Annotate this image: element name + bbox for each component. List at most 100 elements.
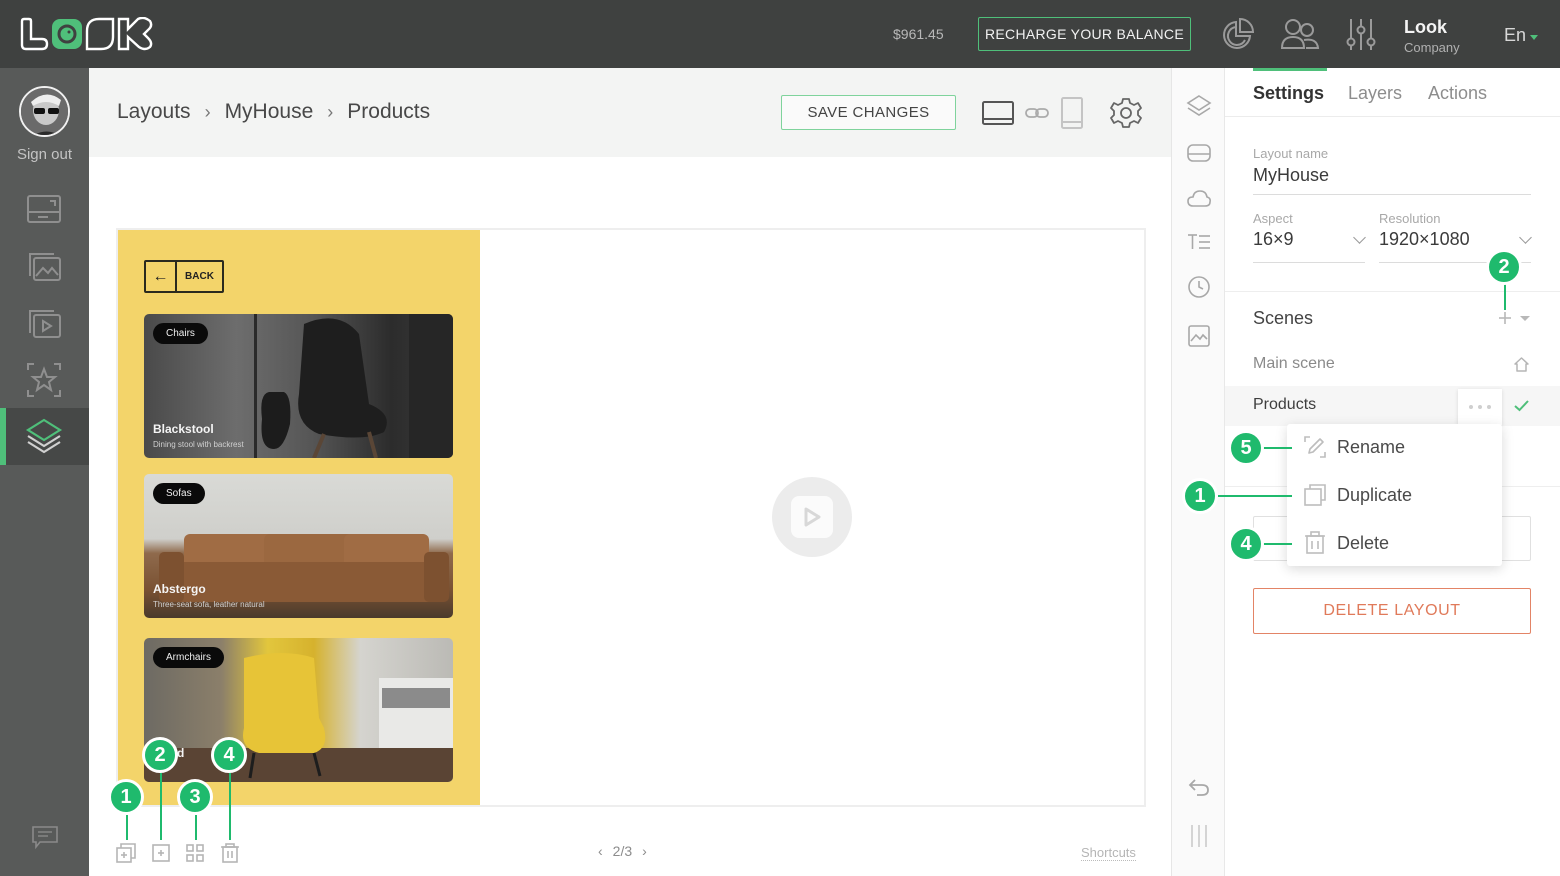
shortcuts-link[interactable]: Shortcuts (1081, 845, 1136, 861)
active-tab-indicator (1253, 68, 1327, 71)
chevron-down-icon[interactable] (1353, 231, 1366, 244)
more-options-button[interactable] (1458, 389, 1502, 425)
layout-screen-icon[interactable] (24, 190, 64, 230)
annotation-badge: 5 (1228, 430, 1264, 466)
prev-page-button[interactable]: ‹ (598, 843, 603, 859)
annotation-badge: 1 (108, 779, 144, 815)
duplicate-icon[interactable] (115, 842, 137, 864)
grid-icon[interactable] (184, 842, 206, 864)
language-label: En (1504, 25, 1527, 45)
annotation-badge: 2 (142, 737, 178, 773)
aspect-select[interactable]: 16×9 (1253, 229, 1294, 250)
save-changes-button[interactable]: SAVE CHANGES (781, 95, 956, 130)
add-icon[interactable] (150, 842, 172, 864)
scene-label: Main scene (1253, 355, 1335, 372)
layout-name-input[interactable]: MyHouse (1253, 165, 1329, 186)
layout-name-label: Layout name (1253, 146, 1329, 161)
home-icon[interactable] (1513, 356, 1530, 373)
product-description: Dining stool with backrest (153, 440, 244, 449)
tab-settings[interactable]: Settings (1253, 83, 1324, 104)
annotation-badge: 3 (177, 779, 213, 815)
avatar[interactable] (19, 86, 70, 137)
play-icon (804, 507, 821, 527)
product-card[interactable]: Sofas Abstergo Three-seat sofa, leather … (144, 474, 453, 618)
clock-icon[interactable] (1186, 274, 1212, 300)
left-sidebar: Sign out (0, 68, 89, 876)
menu-item-delete[interactable]: Delete (1302, 528, 1389, 558)
product-title: Blackstool (153, 422, 214, 436)
link-icon[interactable] (1024, 96, 1050, 130)
pie-chart-icon[interactable] (1220, 16, 1256, 52)
chat-icon[interactable] (30, 824, 60, 850)
tab-layers[interactable]: Layers (1348, 83, 1402, 104)
trash-icon (1305, 531, 1325, 554)
gear-icon[interactable] (1109, 96, 1143, 130)
text-icon[interactable] (1186, 229, 1212, 255)
right-tool-rail (1171, 68, 1225, 876)
company-subtitle: Company (1404, 40, 1460, 55)
annotation-badge: 4 (211, 737, 247, 773)
resolution-select[interactable]: 1920×1080 (1379, 229, 1470, 250)
landscape-screen-icon[interactable] (981, 96, 1015, 130)
tab-actions[interactable]: Actions (1428, 83, 1487, 104)
breadcrumb-myhouse[interactable]: MyHouse (225, 100, 314, 124)
input-underline (1253, 262, 1365, 263)
breadcrumb-separator: › (327, 101, 334, 122)
top-bar: $961.45 RECHARGE YOUR BALANCE Look Compa… (0, 0, 1560, 68)
breadcrumb-layouts[interactable]: Layouts (117, 100, 191, 124)
image-gallery-icon[interactable] (24, 246, 64, 286)
back-button[interactable]: ← BACK (144, 260, 224, 293)
menu-item-duplicate[interactable]: Duplicate (1302, 480, 1412, 510)
annotation-badge: 4 (1228, 526, 1264, 562)
duplicate-icon (1304, 484, 1326, 506)
users-icon[interactable] (1280, 16, 1320, 52)
back-label: BACK (185, 271, 214, 282)
scene-item-products[interactable]: Products (1225, 386, 1560, 426)
storage-icon[interactable] (1186, 140, 1212, 166)
chevron-down-icon[interactable] (1519, 231, 1532, 244)
check-icon (1514, 400, 1529, 412)
company-switcher[interactable]: Look Company (1404, 17, 1460, 55)
settings-panel: Settings Layers Actions Layout name MyHo… (1225, 68, 1560, 876)
scene-pager: ‹ 2/3 › (598, 843, 647, 859)
annotation-connector (1218, 495, 1292, 497)
annotation-connector (229, 773, 231, 840)
portrait-screen-icon[interactable] (1058, 96, 1086, 130)
breadcrumb: Layouts › MyHouse › Products (117, 100, 430, 124)
arrow-left-icon: ← (146, 262, 177, 291)
video-placeholder[interactable] (772, 477, 852, 557)
next-page-button[interactable]: › (642, 843, 647, 859)
balance-amount: $961.45 (893, 26, 944, 42)
menu-item-rename[interactable]: Rename (1302, 432, 1405, 462)
sign-out-link[interactable]: Sign out (0, 146, 89, 163)
breadcrumb-products: Products (347, 100, 431, 123)
video-gallery-icon[interactable] (24, 303, 64, 343)
undo-icon[interactable] (1186, 775, 1212, 801)
star-focus-icon[interactable] (24, 360, 64, 400)
scenes-heading: Scenes (1253, 308, 1314, 328)
product-card[interactable]: Chairs Blackstool Dining stool with back… (144, 314, 453, 458)
look-logo[interactable] (20, 17, 156, 51)
delete-layout-button[interactable]: DELETE LAYOUT (1253, 588, 1531, 634)
caret-down-icon[interactable] (1520, 316, 1530, 321)
layout-canvas[interactable]: ← BACK Chairs Blackstool Dining stool wi… (116, 228, 1146, 807)
scene-item-main[interactable]: Main scene (1225, 345, 1560, 385)
resize-handle-icon[interactable] (1186, 823, 1212, 849)
sliders-icon[interactable] (1343, 16, 1379, 52)
annotation-connector (195, 815, 197, 840)
cloud-icon[interactable] (1186, 186, 1212, 212)
add-scene-icon[interactable] (1498, 311, 1512, 325)
scene-preview[interactable]: ← BACK Chairs Blackstool Dining stool wi… (118, 230, 480, 805)
annotation-connector (160, 773, 162, 840)
recharge-balance-button[interactable]: RECHARGE YOUR BALANCE (978, 17, 1191, 51)
active-indicator (0, 408, 6, 465)
page-header: Layouts › MyHouse › Products SAVE CHANGE… (89, 68, 1171, 157)
language-selector[interactable]: En (1504, 25, 1539, 46)
layers-icon[interactable] (1186, 93, 1212, 119)
trash-icon[interactable] (219, 842, 241, 864)
page-indicator: 2/3 (612, 843, 633, 859)
sidebar-item-layers[interactable] (0, 408, 89, 465)
menu-item-label: Rename (1337, 436, 1406, 457)
image-icon[interactable] (1186, 323, 1212, 349)
product-card[interactable]: Armchairs …ord … (144, 638, 453, 782)
